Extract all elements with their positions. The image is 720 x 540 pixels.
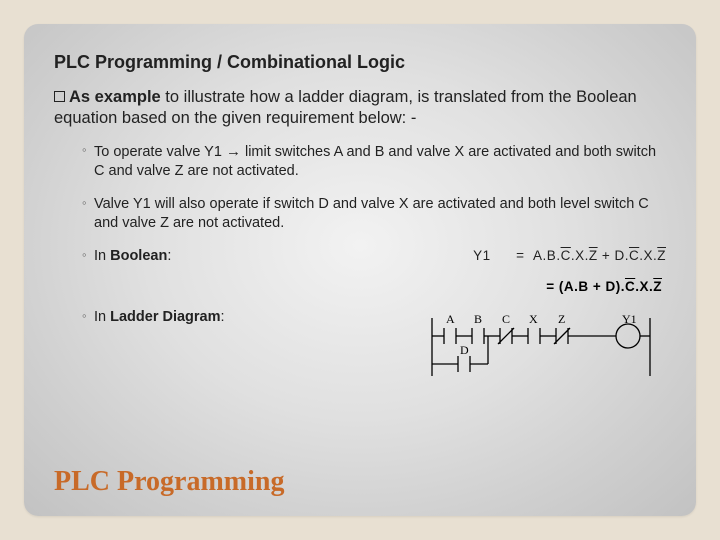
ladder-lbl-Y1: Y1	[622, 312, 637, 326]
bullet-2: Valve Y1 will also operate if switch D a…	[82, 195, 666, 233]
ladder-label: In Ladder Diagram:	[94, 308, 225, 327]
ladder-diagram-wrap: A B C X Z Y1 D	[225, 308, 666, 380]
eq-lhs: Y1	[473, 248, 491, 263]
ladder-lbl-X: X	[529, 312, 538, 326]
slide-card: PLC Programming / Combinational Logic As…	[24, 24, 696, 516]
slide-title: PLC Programming / Combinational Logic	[54, 52, 666, 73]
eq-rhs1: = A.B.C.X.Z + D.C.X.Z	[516, 248, 666, 263]
bullet-1: To operate valve Y1 → limit switches A a…	[82, 142, 666, 181]
ladder-lbl-Z: Z	[558, 312, 565, 326]
square-bullet-icon	[54, 91, 65, 102]
ladder-diagram-icon: A B C X Z Y1 D	[426, 308, 656, 380]
boolean-equation-1: Y1 = A.B.C.X.Z + D.C.X.Z	[171, 247, 666, 265]
boolean-equation-2: = (A.B + D).C.X.Z	[82, 279, 666, 294]
footer-title: PLC Programming	[54, 466, 284, 498]
intro-lead: As example	[69, 88, 161, 106]
ladder-lbl-B: B	[474, 312, 482, 326]
bullet-boolean: In Boolean: Y1 = A.B.C.X.Z + D.C.X.Z	[82, 247, 666, 266]
ladder-lbl-D: D	[460, 343, 469, 357]
arrow-icon: →	[226, 143, 241, 160]
sub-bullet-list: To operate valve Y1 → limit switches A a…	[82, 142, 666, 380]
intro-paragraph: As example to illustrate how a ladder di…	[54, 87, 666, 128]
bullet-ladder: In Ladder Diagram:	[82, 308, 666, 380]
ladder-lbl-A: A	[446, 312, 455, 326]
bullet-1a: To operate valve Y1	[94, 144, 226, 160]
boolean-label: In Boolean:	[94, 247, 171, 266]
ladder-lbl-C: C	[502, 312, 510, 326]
